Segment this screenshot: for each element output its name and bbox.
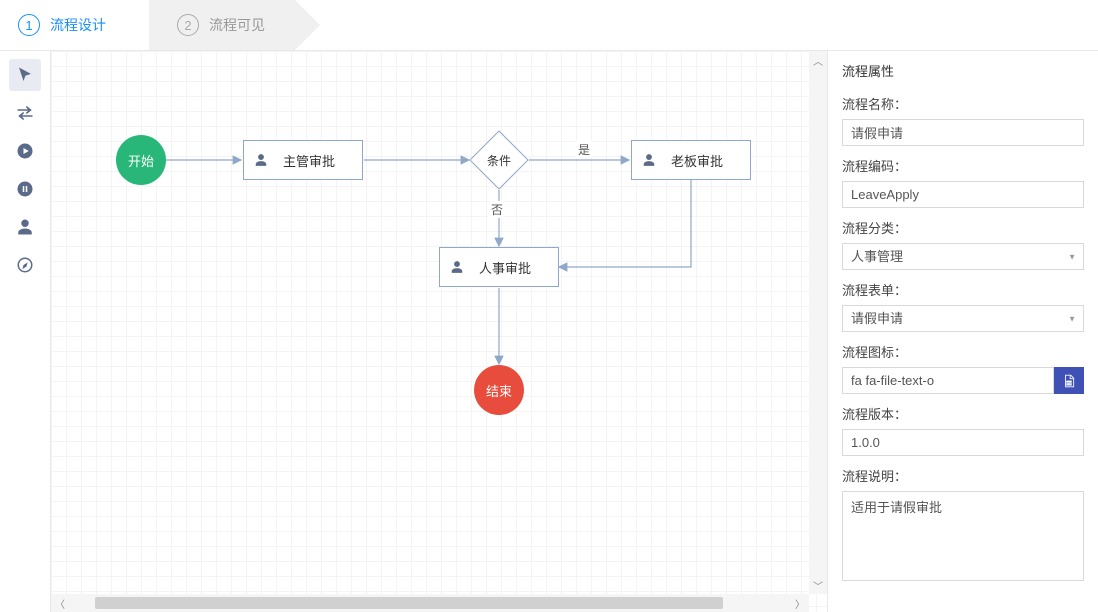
pause-circle-icon xyxy=(16,180,34,198)
task-supervisor-approval[interactable]: 主管审批 xyxy=(243,140,363,180)
flow-icon-input[interactable] xyxy=(842,367,1054,394)
flow-edges xyxy=(51,51,827,612)
flow-version-label: 流程版本： xyxy=(842,404,1084,423)
property-panel: 流程属性 流程名称： 流程编码： 流程分类： 人事管理 流程表单： 请假申请 xyxy=(828,51,1098,612)
flow-form-label: 流程表单： xyxy=(842,280,1084,299)
step-design[interactable]: 1 流程设计 xyxy=(0,0,124,50)
tool-start-node[interactable] xyxy=(9,135,41,167)
step-header: 1 流程设计 2 流程可见 xyxy=(0,0,1098,50)
task-boss-approval[interactable]: 老板审批 xyxy=(631,140,751,180)
flow-category-select[interactable]: 人事管理 xyxy=(842,243,1084,270)
icon-picker-button[interactable] xyxy=(1054,367,1084,394)
tool-transition[interactable] xyxy=(9,97,41,129)
start-node-label: 开始 xyxy=(128,151,154,170)
condition-gateway[interactable]: 条件 xyxy=(469,130,529,190)
flow-version-input[interactable] xyxy=(842,429,1084,456)
step-visibility[interactable]: 2 流程可见 xyxy=(149,0,295,50)
flow-code-input[interactable] xyxy=(842,181,1084,208)
arrows-icon xyxy=(16,104,34,122)
left-toolbar xyxy=(0,51,50,612)
condition-label: 条件 xyxy=(469,130,529,190)
flow-code-label: 流程编码： xyxy=(842,156,1084,175)
step-number-2: 2 xyxy=(177,14,199,36)
edge-label-no: 否 xyxy=(489,201,505,218)
edge-label-yes: 是 xyxy=(576,141,592,158)
flow-icon-label: 流程图标： xyxy=(842,342,1084,361)
horizontal-scrollbar[interactable]: 〈 〉 xyxy=(51,594,809,612)
flow-name-input[interactable] xyxy=(842,119,1084,146)
end-node[interactable]: 结束 xyxy=(474,365,524,415)
step-label-design: 流程设计 xyxy=(50,15,106,35)
user-icon xyxy=(16,218,34,236)
scroll-left-arrow[interactable]: 〈 xyxy=(51,594,69,612)
task-label: 人事审批 xyxy=(462,258,548,277)
tool-pause-node[interactable] xyxy=(9,173,41,205)
scroll-down-arrow[interactable]: ﹀ xyxy=(809,576,827,594)
step-number-1: 1 xyxy=(18,14,40,36)
start-node[interactable]: 开始 xyxy=(116,135,166,185)
scroll-up-arrow[interactable]: ︿ xyxy=(809,51,827,69)
tool-gateway[interactable] xyxy=(9,249,41,281)
end-node-label: 结束 xyxy=(486,381,512,400)
flow-form-select[interactable]: 请假申请 xyxy=(842,305,1084,332)
scroll-right-arrow[interactable]: 〉 xyxy=(791,594,809,612)
flow-name-label: 流程名称： xyxy=(842,94,1084,113)
compass-icon xyxy=(16,256,34,274)
panel-title: 流程属性 xyxy=(842,61,1084,80)
file-text-icon xyxy=(1062,374,1076,388)
play-circle-icon xyxy=(16,142,34,160)
flow-desc-label: 流程说明： xyxy=(842,466,1084,485)
task-label: 主管审批 xyxy=(266,151,352,170)
task-label: 老板审批 xyxy=(654,151,740,170)
step-label-visibility: 流程可见 xyxy=(209,15,265,35)
canvas-area[interactable]: 开始 主管审批 条件 是 否 老板审批 人事审批 结束 xyxy=(50,51,828,612)
vertical-scrollbar[interactable]: ︿ ﹀ xyxy=(809,51,827,594)
flow-desc-textarea[interactable] xyxy=(842,491,1084,581)
tool-user-task[interactable] xyxy=(9,211,41,243)
task-hr-approval[interactable]: 人事审批 xyxy=(439,247,559,287)
flow-category-label: 流程分类： xyxy=(842,218,1084,237)
pointer-icon xyxy=(16,66,34,84)
tool-pointer[interactable] xyxy=(9,59,41,91)
scroll-thumb[interactable] xyxy=(95,597,723,609)
